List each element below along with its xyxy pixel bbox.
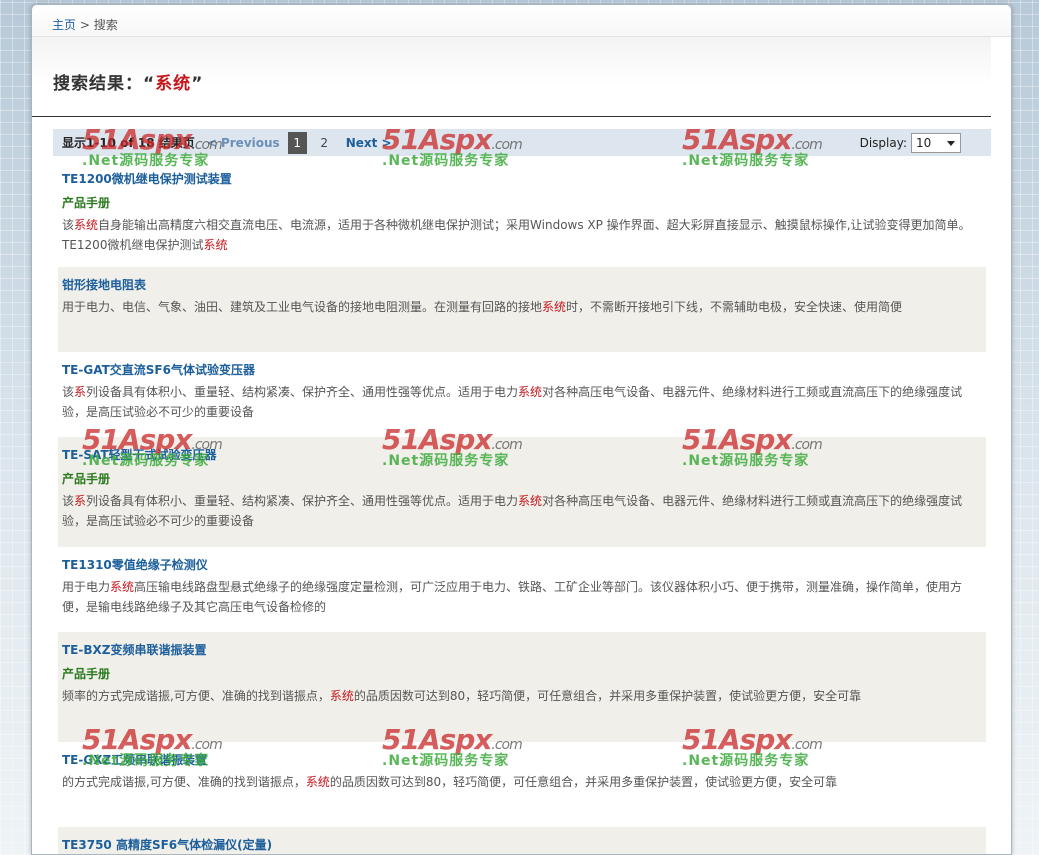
result-title-link[interactable]: TE1310零值绝缘子检测仪 [62,553,982,577]
description-text: 列设备具有体积小、重量轻、结构紧凑、保护齐全、通用性强等优点。适用于电力 [86,385,519,399]
description-text: 自身能输出高精度六相交直流电压、电流源，适用于各种微机继电保护测试；采用Wind… [98,218,971,232]
description-text: 便，是输电线路绝缘子及其它高压电气设备检修的 [62,600,327,614]
result-description: 该系列设备具有体积小、重量轻、结构紧凑、保护齐全、通用性强等优点。适用于电力系统… [62,382,982,402]
highlighted-keyword: 系统 [542,300,567,314]
description-text: 的方式完成谐振,可方便、准确的找到谐振点， [62,775,306,789]
result-title-link[interactable]: TE-GXZ工频串联谐振装置 [62,748,982,772]
highlighted-keyword: 系统 [305,775,330,789]
result-title-link[interactable]: 钳形接地电阻表 [62,273,982,297]
result-title-link[interactable]: TE-SAT轻型干式试验变压器 [62,443,982,467]
title-area: 搜索结果：“系统” [32,37,991,117]
title-keyword: 系统 [155,74,192,94]
display-count-value: 10 [916,135,932,150]
result-description: TE1200微机继电保护测试系统 [62,235,982,255]
description-text: 验，是高压试验必不可少的重要设备 [62,514,255,528]
result-description: 频率的方式完成谐振,可方便、准确的找到谐振点，系统的品质因数可达到80，轻巧简便… [62,686,982,706]
description-text: 频率的方式完成谐振,可方便、准确的找到谐振点， [62,689,330,703]
highlighted-keyword: 系统 [518,494,543,508]
display-count-select[interactable]: 10 [911,132,961,153]
result-count: 显示1-10 of 18 结果页 [62,136,195,150]
breadcrumb-separator: > [79,18,90,32]
description-text: 对各种高压电气设备、电器元件、绝缘材料进行工频或直流高压下的绝缘强度试 [542,385,963,399]
highlighted-keyword: 系统 [518,385,543,399]
description-text: 验，是高压试验必不可少的重要设备 [62,405,255,419]
page-1-link[interactable]: 1 [287,131,307,154]
highlighted-keyword: 系 [74,494,87,508]
highlighted-keyword: 系统 [329,689,354,703]
chevron-down-icon [947,140,955,146]
description-text: 列设备具有体积小、重量轻、结构紧凑、保护齐全、通用性强等优点。适用于电力 [86,494,519,508]
result-item: TE-GAT交直流SF6气体试验变压器 该系列设备具有体积小、重量轻、结构紧凑、保… [58,352,986,437]
description-text: TE1200微机继电保护测试 [62,238,204,252]
page-container: 主页 > 搜索 搜索结果：“系统” 显示1-10 of 18 结果页 < Pre… [31,4,1012,855]
highlighted-keyword: 系 [74,385,87,399]
title-open-quote: “ [143,74,156,94]
result-description: 该系列设备具有体积小、重量轻、结构紧凑、保护齐全、通用性强等优点。适用于电力系统… [62,491,982,511]
description-text: 用于电力、电信、气象、油田、建筑及工业电气设备的接地电阻测量。在测量有回路的接地 [62,300,543,314]
result-title-link[interactable]: TE-BXZ变频串联谐振装置 [62,638,982,662]
previous-page-link[interactable]: < Previous [207,136,280,150]
search-results-list: TE1200微机继电保护测试装置 产品手册 该系统自身能输出高精度六相交直流电压、电… [58,161,986,854]
result-description: 便，是输电线路绝缘子及其它高压电气设备检修的 [62,597,982,617]
result-item: TE-BXZ变频串联谐振装置 产品手册 频率的方式完成谐振,可方便、准确的找到谐振点… [58,632,986,742]
pagination-bar: 显示1-10 of 18 结果页 < Previous 1 2 Next > D… [53,129,991,156]
result-title-link[interactable]: TE1200微机继电保护测试装置 [62,167,982,191]
result-item: TE-SAT轻型干式试验变压器 产品手册 该系列设备具有体积小、重量轻、结构紧凑、保… [58,437,986,547]
description-text: 该 [62,385,75,399]
description-text: 高压输电线路盘型悬式绝缘子的绝缘强度定量检测，可广泛应用于电力、铁路、工矿企业等… [134,580,963,594]
result-item: TE1310零值绝缘子检测仪 用于电力系统高压输电线路盘型悬式绝缘子的绝缘强度定量… [58,547,986,632]
result-description: 用于电力系统高压输电线路盘型悬式绝缘子的绝缘强度定量检测，可广泛应用于电力、铁路… [62,577,982,597]
description-text: 对各种高压电气设备、电器元件、绝缘材料进行工频或直流高压下的绝缘强度试 [542,494,963,508]
highlighted-keyword: 系统 [110,580,135,594]
result-description: 该系统自身能输出高精度六相交直流电压、电流源，适用于各种微机继电保护测试；采用W… [62,215,982,235]
description-text: 该 [62,494,75,508]
next-page-link[interactable]: Next > [346,136,392,150]
description-text: 时，不需断开接地引下线，不需辅助电极，安全快速、使用简便 [566,300,903,314]
result-manual-link[interactable]: 产品手册 [62,191,982,215]
breadcrumb: 主页 > 搜索 [32,5,1011,37]
result-item: TE3750 高精度SF6气体检漏仪(定量) [58,827,986,854]
page-2-link[interactable]: 2 [315,132,334,154]
result-description: 验，是高压试验必不可少的重要设备 [62,402,982,422]
display-label: Display: [859,135,907,150]
description-text: 用于电力 [62,580,111,594]
result-description: 的方式完成谐振,可方便、准确的找到谐振点，系统的品质因数可达到80，轻巧简便，可… [62,772,982,792]
result-title-link[interactable]: TE-GAT交直流SF6气体试验变压器 [62,358,982,382]
result-manual-link[interactable]: 产品手册 [62,467,982,491]
highlighted-keyword: 系统 [74,218,99,232]
breadcrumb-current: 搜索 [93,18,118,32]
result-description: 用于电力、电信、气象、油田、建筑及工业电气设备的接地电阻测量。在测量有回路的接地… [62,297,982,317]
result-manual-link[interactable]: 产品手册 [62,662,982,686]
page-title: 搜索结果：“系统” [53,69,991,94]
result-title-link[interactable]: TE3750 高精度SF6气体检漏仪(定量) [62,833,982,854]
display-control: Display: 10 [859,132,961,153]
description-text: 的品质因数可达到80，轻巧简便，可任意组合，并采用多重保护装置，使试验更方便，安… [329,775,838,789]
result-item: 钳形接地电阻表 用于电力、电信、气象、油田、建筑及工业电气设备的接地电阻测量。在测… [58,267,986,352]
description-text: 该 [62,218,75,232]
result-item: TE1200微机继电保护测试装置 产品手册 该系统自身能输出高精度六相交直流电压、电… [58,161,986,267]
breadcrumb-home-link[interactable]: 主页 [52,18,76,32]
title-close-quote: ” [191,74,204,94]
description-text: 的品质因数可达到80，轻巧简便，可任意组合，并采用多重保护装置，使试验更方便，安… [353,689,862,703]
title-prefix: 搜索结果： [53,74,143,94]
result-item: TE-GXZ工频串联谐振装置 的方式完成谐振,可方便、准确的找到谐振点，系统的品质… [58,742,986,827]
result-description: 验，是高压试验必不可少的重要设备 [62,511,982,531]
highlighted-keyword: 系统 [203,238,228,252]
